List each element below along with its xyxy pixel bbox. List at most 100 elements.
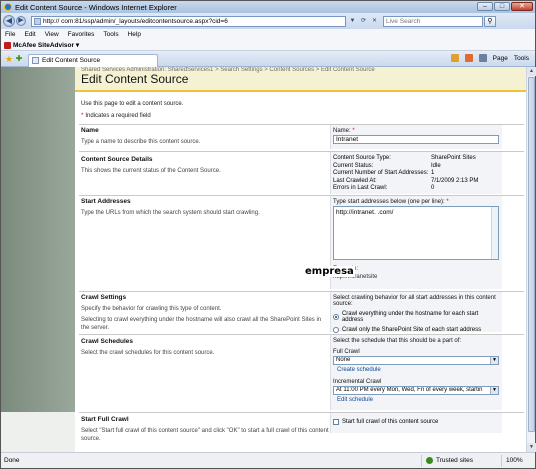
watermark-text: empresa (304, 266, 355, 277)
back-button[interactable]: ◀ (3, 15, 15, 27)
menu-edit[interactable]: Edit (24, 31, 35, 38)
crawl-settings-panel: Select crawling behavior for all start a… (330, 292, 502, 333)
address-tools: ▼ ⟳ ✕ (348, 17, 379, 26)
page-menu[interactable]: Page (493, 55, 508, 62)
schedules-heading: Crawl Schedules (81, 338, 134, 345)
radio-crawl-everything[interactable]: Crawl everything under the hostname for … (333, 311, 499, 323)
start-desc: Type the URLs from which the search syst… (81, 210, 260, 216)
home-icon[interactable] (450, 54, 459, 62)
address-text: http:// com:81/ssp/admin/_layouts/editco… (43, 17, 228, 25)
title-area: Shared Services Administration: SharedSe… (75, 67, 526, 92)
zoom-level[interactable]: 100% (501, 454, 535, 467)
close-button[interactable]: ✕ (511, 2, 533, 11)
window-title: Edit Content Source - Windows Internet E… (15, 2, 177, 12)
search-button[interactable]: ⚲ (484, 15, 496, 27)
menu-view[interactable]: View (45, 31, 59, 38)
crawl-settings-desc2: Selecting to crawl everything under the … (81, 317, 322, 331)
crawl-settings-desc1: Specify the behavior for crawling this t… (81, 306, 222, 312)
create-schedule-link[interactable]: Create schedule (337, 367, 499, 373)
name-input[interactable]: Intranet (333, 135, 499, 144)
name-heading: Name (81, 127, 99, 134)
stop-icon[interactable]: ✕ (370, 17, 379, 26)
start-panel: Type start addresses below (one per line… (330, 196, 502, 289)
window-controls: – □ ✕ (477, 2, 533, 11)
details-desc: This shows the current status of the Con… (81, 168, 221, 174)
menu-tools[interactable]: Tools (103, 31, 118, 38)
name-desc: Type a name to describe this content sou… (81, 139, 201, 145)
forward-button[interactable]: ▶ (16, 16, 26, 26)
chevron-down-icon: ▾ (74, 42, 80, 49)
full-crawl-desc: Select "Start full crawl of this content… (81, 428, 329, 442)
refresh-icon[interactable]: ⟳ (359, 17, 368, 26)
tools-menu[interactable]: Tools (514, 55, 529, 62)
start-heading: Start Addresses (81, 198, 131, 205)
crawl-settings-section: Crawl Settings Specify the behavior for … (81, 294, 326, 332)
details-heading: Content Source Details (81, 156, 153, 163)
status-grid: Content Source Type: SharePoint Sites Cur… (333, 155, 479, 191)
schedules-desc: Select the crawl schedules for this cont… (81, 350, 215, 356)
chevron-down-icon: ▼ (490, 357, 498, 364)
menu-favorites[interactable]: Favorites (68, 31, 95, 38)
mcafee-label: McAfee SiteAdvisor (13, 41, 75, 49)
full-crawl-section: Start Full Crawl Select "Start full craw… (81, 416, 331, 443)
radio-crawl-site-only[interactable]: Crawl only the SharePoint Site of each s… (333, 327, 499, 333)
security-zone[interactable]: Trusted sites (421, 454, 501, 467)
add-favorites-icon[interactable]: ✚ (14, 54, 24, 64)
left-navigation (1, 67, 75, 452)
page-viewport: Shared Services Administration: SharedSe… (1, 67, 526, 452)
chevron-down-icon: ▼ (490, 387, 498, 394)
menu-file[interactable]: File (5, 31, 15, 38)
page-icon (34, 17, 41, 25)
full-crawl-panel: Start full crawl of this content source (330, 413, 502, 433)
scroll-thumb[interactable] (528, 77, 535, 432)
dropdown-icon[interactable]: ▼ (348, 17, 357, 26)
tab-edit-content-source[interactable]: Edit Content Source (28, 53, 158, 67)
name-section: Name Type a name to describe this conten… (81, 127, 326, 146)
name-panel: Name: * Intranet (330, 125, 502, 149)
search-input[interactable]: Live Search (383, 15, 483, 27)
details-section: Content Source Details This shows the cu… (81, 156, 326, 175)
checkbox[interactable] (333, 419, 339, 425)
edit-schedule-link[interactable]: Edit schedule (337, 397, 499, 403)
status-text: Done (4, 457, 20, 464)
intro-text: Use this page to edit a content source. (81, 101, 184, 107)
ie-logo-icon (4, 3, 12, 11)
trusted-sites-icon (426, 457, 433, 464)
form-content: Use this page to edit a content source. … (75, 94, 526, 452)
start-addresses-textarea[interactable]: http://intranet. .com/ (333, 206, 499, 260)
tab-page-icon (32, 57, 39, 64)
start-full-crawl-checkbox[interactable]: Start full crawl of this content source (333, 419, 499, 425)
full-crawl-heading: Start Full Crawl (81, 416, 129, 423)
minimize-button[interactable]: – (477, 2, 493, 11)
vertical-scrollbar[interactable]: ▲ ▼ (526, 67, 536, 452)
page-title: Edit Content Source (81, 72, 189, 86)
address-toolbar: ◀ ▶ http:// com:81/ssp/admin/_layouts/ed… (1, 13, 535, 29)
crawl-settings-heading: Crawl Settings (81, 294, 127, 301)
textarea-scrollbar[interactable] (491, 207, 498, 259)
radio-button[interactable] (333, 327, 339, 333)
mcafee-button[interactable]: McAfee SiteAdvisor ▾ (4, 41, 79, 49)
scroll-up-icon[interactable]: ▲ (527, 67, 536, 76)
full-crawl-select[interactable]: None ▼ (333, 356, 499, 365)
menu-bar: File Edit View Favorites Tools Help (1, 29, 535, 40)
command-bar: Page Tools (450, 54, 529, 62)
example-text: Example: http://intranetsite (333, 266, 378, 280)
browser-window: Edit Content Source - Windows Internet E… (0, 0, 536, 469)
mcafee-icon (4, 41, 11, 49)
maximize-button[interactable]: □ (494, 2, 510, 11)
favorites-star-icon[interactable]: ★ (4, 54, 14, 64)
links-bar: McAfee SiteAdvisor ▾ (1, 40, 535, 51)
address-bar[interactable]: http:// com:81/ssp/admin/_layouts/editco… (31, 15, 346, 27)
status-bar: Done Trusted sites 100% (1, 452, 535, 468)
incremental-crawl-select[interactable]: At 11:00 PM every Mon, Wed, Fri of every… (333, 386, 499, 395)
menu-help[interactable]: Help (128, 31, 141, 38)
print-icon[interactable] (478, 54, 487, 62)
start-section: Start Addresses Type the URLs from which… (81, 198, 326, 217)
title-bar: Edit Content Source - Windows Internet E… (1, 1, 535, 13)
required-note: * Indicates a required field (81, 113, 151, 119)
schedules-section: Crawl Schedules Select the crawl schedul… (81, 338, 326, 357)
radio-button[interactable] (333, 314, 339, 320)
tab-label: Edit Content Source (42, 57, 101, 64)
feeds-icon[interactable] (464, 54, 473, 62)
scroll-down-icon[interactable]: ▼ (527, 443, 536, 452)
